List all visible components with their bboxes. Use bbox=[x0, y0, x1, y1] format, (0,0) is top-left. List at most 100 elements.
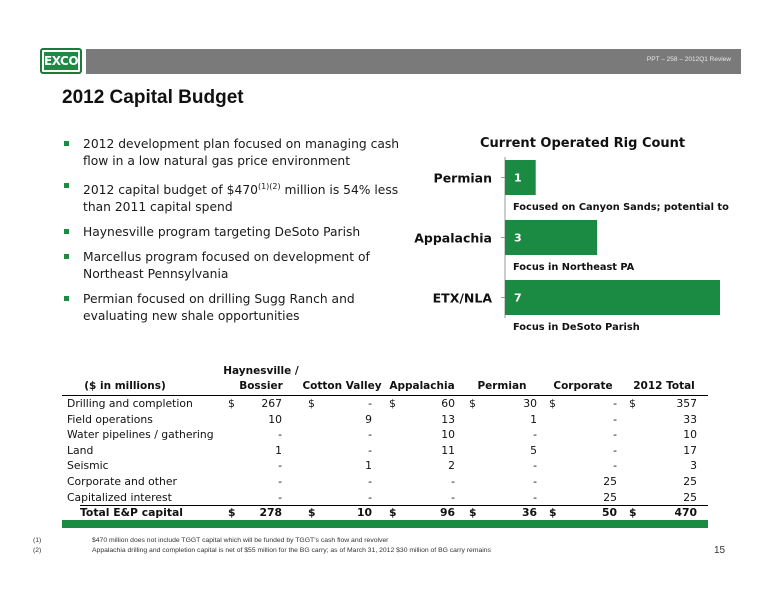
chart-data-label: 1 bbox=[514, 172, 522, 185]
table-row: Land 1 - 11 5 - 17 bbox=[62, 444, 708, 460]
table-cell: - bbox=[368, 428, 372, 442]
chart-data-label: 3 bbox=[514, 232, 522, 245]
rig-count-chart: Permian 1 Focused on Canyon Sands; potenti… bbox=[414, 157, 730, 333]
dollar-sign: $ bbox=[389, 506, 397, 520]
bullet-item: Marcellus program focused on development… bbox=[62, 249, 402, 283]
table-cell: 30 bbox=[523, 397, 537, 410]
chart-category-label: Permian bbox=[434, 171, 492, 186]
bullet-item: Haynesville program targeting DeSoto Par… bbox=[62, 224, 402, 241]
row-label: Total E&P capital bbox=[80, 506, 183, 520]
chart-category-label: Appalachia bbox=[414, 231, 492, 246]
row-label: Field operations bbox=[67, 412, 153, 426]
table-cell: 10 bbox=[683, 428, 697, 442]
dollar-sign: $ bbox=[469, 397, 476, 410]
table-cell: 60 bbox=[441, 397, 455, 410]
row-label: Seismic bbox=[67, 459, 109, 473]
table-cell: 33 bbox=[683, 412, 697, 426]
dollar-sign: $ bbox=[549, 506, 557, 520]
table-cell: 25 bbox=[683, 475, 697, 488]
bullet-item: 2012 development plan focused on managin… bbox=[62, 136, 402, 170]
table-cell: 36 bbox=[521, 506, 537, 520]
bullet-marker-icon bbox=[64, 296, 69, 302]
table-cell: - bbox=[278, 459, 282, 473]
chart-annotation: Focus in DeSoto Parish bbox=[513, 322, 640, 333]
table-cell: 1 bbox=[530, 412, 537, 426]
footnote-2-num: (2) bbox=[33, 547, 42, 554]
dollar-sign: $ bbox=[228, 397, 235, 410]
page-title: 2012 Capital Budget bbox=[62, 87, 244, 108]
header-text: PPT – 258 – 2012Q1 Review bbox=[646, 56, 731, 63]
table-cell: - bbox=[368, 475, 372, 488]
table-cell: - bbox=[451, 475, 455, 488]
column-header: 2012 Total bbox=[633, 380, 695, 392]
exco-logo: EXCO bbox=[40, 48, 82, 74]
dollar-sign: $ bbox=[469, 506, 477, 520]
bullet-marker-icon bbox=[64, 229, 69, 235]
table-cell: - bbox=[451, 490, 455, 504]
dollar-sign: $ bbox=[389, 397, 396, 410]
bullet-list: 2012 development plan focused on managin… bbox=[62, 136, 402, 333]
table-cell: - bbox=[533, 475, 537, 488]
footnote-ref: (1)(2) bbox=[257, 182, 281, 191]
table-row: Capitalized interest - - - - 25 25 bbox=[62, 491, 708, 507]
table-cell: 2 bbox=[448, 459, 455, 473]
table-cell: 357 bbox=[676, 397, 697, 410]
dollar-sign: $ bbox=[308, 506, 316, 520]
column-header: Permian bbox=[477, 380, 527, 392]
table-cell: 96 bbox=[439, 506, 455, 520]
table-cell: 50 bbox=[601, 506, 617, 520]
row-label: Water pipelines / gathering bbox=[67, 428, 214, 442]
table-cell: - bbox=[613, 428, 617, 442]
table-cell: - bbox=[613, 412, 617, 426]
table-cell: 25 bbox=[603, 490, 617, 504]
row-label: Corporate and other bbox=[67, 475, 177, 488]
chart-annotation: Focused on Canyon Sands; potential to ad… bbox=[513, 202, 730, 213]
footnote-1-num: (1) bbox=[33, 537, 42, 544]
table-cell: 278 bbox=[259, 506, 282, 520]
table-cell: 1 bbox=[275, 443, 282, 457]
column-header: Corporate bbox=[553, 380, 613, 392]
table-row: Water pipelines / gathering - - 10 - - 10 bbox=[62, 428, 708, 444]
dollar-sign: $ bbox=[629, 397, 636, 410]
column-header: Appalachia bbox=[389, 380, 455, 392]
table-cell: - bbox=[533, 459, 537, 473]
footnote-1-text: $470 million does not include TGGT capit… bbox=[92, 537, 389, 544]
bullet-marker-icon bbox=[64, 254, 69, 260]
table-cell: - bbox=[278, 490, 282, 504]
table-cell: 10 bbox=[441, 428, 455, 442]
table-cell: 267 bbox=[261, 397, 282, 410]
table-cell: 10 bbox=[356, 506, 372, 520]
bullet-item: Permian focused on drilling Sugg Ranch a… bbox=[62, 291, 402, 325]
table-cell: - bbox=[368, 397, 372, 410]
table-cell: 25 bbox=[683, 490, 697, 504]
table-bottom-bar bbox=[62, 520, 708, 528]
dollar-sign: $ bbox=[629, 506, 637, 520]
dollar-sign: $ bbox=[308, 397, 315, 410]
table-cell: - bbox=[368, 443, 372, 457]
table-unit-label: ($ in millions) bbox=[84, 380, 166, 392]
table-cell: 3 bbox=[690, 459, 697, 473]
chart-category-label: ETX/NLA bbox=[433, 291, 493, 306]
table-cell: - bbox=[533, 428, 537, 442]
bullet-marker-icon bbox=[64, 141, 69, 146]
row-label: Capitalized interest bbox=[67, 490, 172, 504]
table-cell: - bbox=[613, 459, 617, 473]
bullet-item: 2012 capital budget of $470(1)(2) millio… bbox=[62, 178, 402, 216]
chart-data-label: 7 bbox=[514, 292, 522, 305]
bullet-marker-icon bbox=[64, 183, 69, 188]
table-row: Field operations 10 9 13 1 - 33 bbox=[62, 413, 708, 429]
table-cell: - bbox=[278, 428, 282, 442]
table-cell: 11 bbox=[441, 443, 455, 457]
table-cell: 1 bbox=[365, 459, 372, 473]
dollar-sign: $ bbox=[228, 506, 236, 520]
table-cell: 17 bbox=[683, 443, 697, 457]
table-row: Seismic - 1 2 - - 3 bbox=[62, 459, 708, 475]
table-cell: 470 bbox=[674, 506, 697, 520]
table-cell: - bbox=[533, 490, 537, 504]
column-header: Cotton Valley bbox=[302, 380, 382, 392]
chart-title: Current Operated Rig Count bbox=[480, 136, 686, 151]
table-cell: 5 bbox=[530, 443, 537, 457]
chart-annotation: Focus in Northeast PA bbox=[513, 262, 635, 273]
table-cell: 10 bbox=[268, 412, 282, 426]
table-row: Corporate and other - - - - 25 25 bbox=[62, 475, 708, 491]
